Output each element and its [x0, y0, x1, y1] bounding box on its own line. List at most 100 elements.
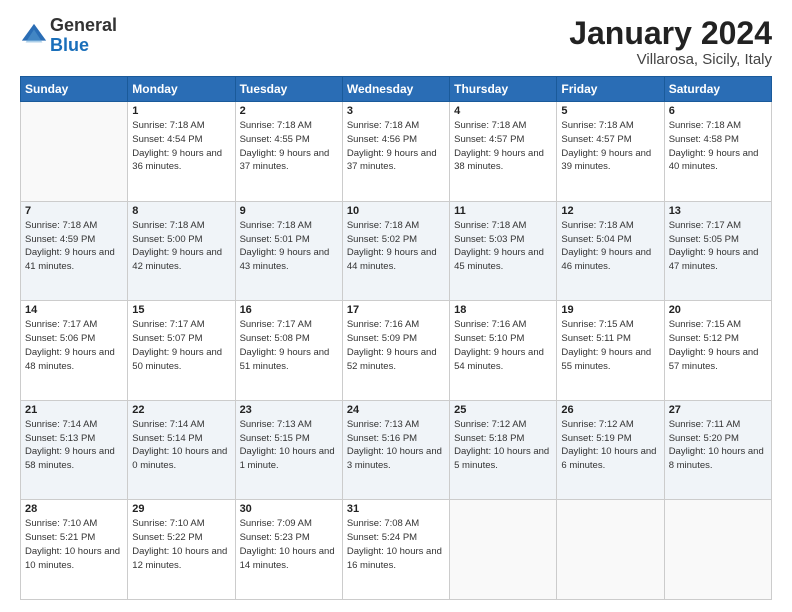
- day-cell: 25 Sunrise: 7:12 AMSunset: 5:18 PMDayligh…: [450, 400, 557, 500]
- day-cell: [557, 500, 664, 600]
- day-number: 27: [669, 404, 767, 416]
- day-number: 23: [240, 404, 338, 416]
- day-cell: 16Sunrise: 7:17 AMSunset: 5:08 PMDayligh…: [235, 301, 342, 401]
- day-cell: 27 Sunrise: 7:11 AMSunset: 5:20 PMDayligh…: [664, 400, 771, 500]
- day-number: 17: [347, 304, 445, 316]
- day-cell: 13 Sunrise: 7:17 AMSunset: 5:05 PMDayligh…: [664, 201, 771, 301]
- day-number: 12: [561, 205, 659, 217]
- day-cell: [21, 102, 128, 202]
- location: Villarosa, Sicily, Italy: [569, 51, 772, 68]
- day-number: 11: [454, 205, 552, 217]
- day-info: Sunrise: 7:18 AMSunset: 4:55 PMDaylight:…: [240, 119, 338, 174]
- day-number: 6: [669, 105, 767, 117]
- day-cell: 26 Sunrise: 7:12 AMSunset: 5:19 PMDayligh…: [557, 400, 664, 500]
- day-number: 24: [347, 404, 445, 416]
- day-info: Sunrise: 7:18 AMSunset: 5:00 PMDaylight:…: [132, 219, 230, 274]
- day-cell: 15 Sunrise: 7:17 AMSunset: 5:07 PMDayligh…: [128, 301, 235, 401]
- week-row-2: 7 Sunrise: 7:18 AMSunset: 4:59 PMDaylight…: [21, 201, 772, 301]
- day-number: 19: [561, 304, 659, 316]
- day-cell: 10 Sunrise: 7:18 AMSunset: 5:02 PMDayligh…: [342, 201, 449, 301]
- weekday-header-friday: Friday: [557, 77, 664, 102]
- day-number: 10: [347, 205, 445, 217]
- day-number: 16: [240, 304, 338, 316]
- page: General Blue January 2024 Villarosa, Sic…: [0, 0, 792, 612]
- day-info: Sunrise: 7:18 AMSunset: 4:59 PMDaylight:…: [25, 219, 123, 274]
- day-cell: 6 Sunrise: 7:18 AMSunset: 4:58 PMDaylight…: [664, 102, 771, 202]
- day-number: 1: [132, 105, 230, 117]
- day-info: Sunrise: 7:16 AMSunset: 5:09 PMDaylight:…: [347, 318, 445, 373]
- title-block: January 2024 Villarosa, Sicily, Italy: [569, 16, 772, 68]
- day-info: Sunrise: 7:18 AMSunset: 5:03 PMDaylight:…: [454, 219, 552, 274]
- day-cell: 22Sunrise: 7:14 AMSunset: 5:14 PMDayligh…: [128, 400, 235, 500]
- day-number: 3: [347, 105, 445, 117]
- week-row-1: 1 Sunrise: 7:18 AMSunset: 4:54 PMDaylight…: [21, 102, 772, 202]
- day-cell: 4Sunrise: 7:18 AMSunset: 4:57 PMDaylight…: [450, 102, 557, 202]
- day-info: Sunrise: 7:10 AMSunset: 5:22 PMDaylight:…: [132, 517, 230, 572]
- day-cell: 14 Sunrise: 7:17 AMSunset: 5:06 PMDayligh…: [21, 301, 128, 401]
- day-number: 31: [347, 503, 445, 515]
- day-info: Sunrise: 7:17 AMSunset: 5:07 PMDaylight:…: [132, 318, 230, 373]
- day-cell: 5 Sunrise: 7:18 AMSunset: 4:57 PMDaylight…: [557, 102, 664, 202]
- day-info: Sunrise: 7:17 AMSunset: 5:06 PMDaylight:…: [25, 318, 123, 373]
- day-number: 25: [454, 404, 552, 416]
- day-number: 30: [240, 503, 338, 515]
- day-cell: 1 Sunrise: 7:18 AMSunset: 4:54 PMDaylight…: [128, 102, 235, 202]
- day-info: Sunrise: 7:18 AMSunset: 4:58 PMDaylight:…: [669, 119, 767, 174]
- day-cell: 20Sunrise: 7:15 AMSunset: 5:12 PMDayligh…: [664, 301, 771, 401]
- day-cell: 31 Sunrise: 7:08 AMSunset: 5:24 PMDayligh…: [342, 500, 449, 600]
- day-cell: 9Sunrise: 7:18 AMSunset: 5:01 PMDaylight…: [235, 201, 342, 301]
- logo-general: General: [50, 16, 117, 36]
- month-title: January 2024: [569, 16, 772, 51]
- day-number: 15: [132, 304, 230, 316]
- day-info: Sunrise: 7:18 AMSunset: 5:02 PMDaylight:…: [347, 219, 445, 274]
- day-info: Sunrise: 7:12 AMSunset: 5:18 PMDaylight:…: [454, 418, 552, 473]
- day-cell: 23Sunrise: 7:13 AMSunset: 5:15 PMDayligh…: [235, 400, 342, 500]
- logo: General Blue: [20, 16, 117, 56]
- day-number: 22: [132, 404, 230, 416]
- day-info: Sunrise: 7:18 AMSunset: 4:56 PMDaylight:…: [347, 119, 445, 174]
- day-info: Sunrise: 7:08 AMSunset: 5:24 PMDaylight:…: [347, 517, 445, 572]
- day-cell: 29 Sunrise: 7:10 AMSunset: 5:22 PMDayligh…: [128, 500, 235, 600]
- day-info: Sunrise: 7:09 AMSunset: 5:23 PMDaylight:…: [240, 517, 338, 572]
- day-number: 13: [669, 205, 767, 217]
- logo-text: General Blue: [50, 16, 117, 56]
- header: General Blue January 2024 Villarosa, Sic…: [20, 16, 772, 68]
- day-number: 26: [561, 404, 659, 416]
- day-cell: 3 Sunrise: 7:18 AMSunset: 4:56 PMDaylight…: [342, 102, 449, 202]
- day-number: 21: [25, 404, 123, 416]
- calendar: SundayMondayTuesdayWednesdayThursdayFrid…: [20, 76, 772, 600]
- day-info: Sunrise: 7:16 AMSunset: 5:10 PMDaylight:…: [454, 318, 552, 373]
- logo-blue: Blue: [50, 36, 117, 56]
- day-cell: [450, 500, 557, 600]
- day-number: 7: [25, 205, 123, 217]
- day-info: Sunrise: 7:18 AMSunset: 5:04 PMDaylight:…: [561, 219, 659, 274]
- day-info: Sunrise: 7:11 AMSunset: 5:20 PMDaylight:…: [669, 418, 767, 473]
- day-info: Sunrise: 7:14 AMSunset: 5:13 PMDaylight:…: [25, 418, 123, 473]
- day-cell: 2 Sunrise: 7:18 AMSunset: 4:55 PMDaylight…: [235, 102, 342, 202]
- weekday-header-tuesday: Tuesday: [235, 77, 342, 102]
- day-cell: 18 Sunrise: 7:16 AMSunset: 5:10 PMDayligh…: [450, 301, 557, 401]
- day-number: 29: [132, 503, 230, 515]
- day-cell: 8Sunrise: 7:18 AMSunset: 5:00 PMDaylight…: [128, 201, 235, 301]
- day-number: 14: [25, 304, 123, 316]
- day-info: Sunrise: 7:12 AMSunset: 5:19 PMDaylight:…: [561, 418, 659, 473]
- week-row-4: 21 Sunrise: 7:14 AMSunset: 5:13 PMDayligh…: [21, 400, 772, 500]
- day-info: Sunrise: 7:18 AMSunset: 4:54 PMDaylight:…: [132, 119, 230, 174]
- weekday-header-thursday: Thursday: [450, 77, 557, 102]
- week-row-5: 28Sunrise: 7:10 AMSunset: 5:21 PMDayligh…: [21, 500, 772, 600]
- day-info: Sunrise: 7:18 AMSunset: 5:01 PMDaylight:…: [240, 219, 338, 274]
- day-info: Sunrise: 7:17 AMSunset: 5:05 PMDaylight:…: [669, 219, 767, 274]
- day-cell: [664, 500, 771, 600]
- weekday-header-wednesday: Wednesday: [342, 77, 449, 102]
- day-info: Sunrise: 7:18 AMSunset: 4:57 PMDaylight:…: [454, 119, 552, 174]
- day-number: 20: [669, 304, 767, 316]
- day-number: 5: [561, 105, 659, 117]
- logo-icon: [20, 22, 48, 50]
- day-number: 2: [240, 105, 338, 117]
- day-cell: 24Sunrise: 7:13 AMSunset: 5:16 PMDayligh…: [342, 400, 449, 500]
- day-number: 18: [454, 304, 552, 316]
- day-cell: 19Sunrise: 7:15 AMSunset: 5:11 PMDayligh…: [557, 301, 664, 401]
- day-info: Sunrise: 7:18 AMSunset: 4:57 PMDaylight:…: [561, 119, 659, 174]
- day-cell: 11 Sunrise: 7:18 AMSunset: 5:03 PMDayligh…: [450, 201, 557, 301]
- weekday-header-monday: Monday: [128, 77, 235, 102]
